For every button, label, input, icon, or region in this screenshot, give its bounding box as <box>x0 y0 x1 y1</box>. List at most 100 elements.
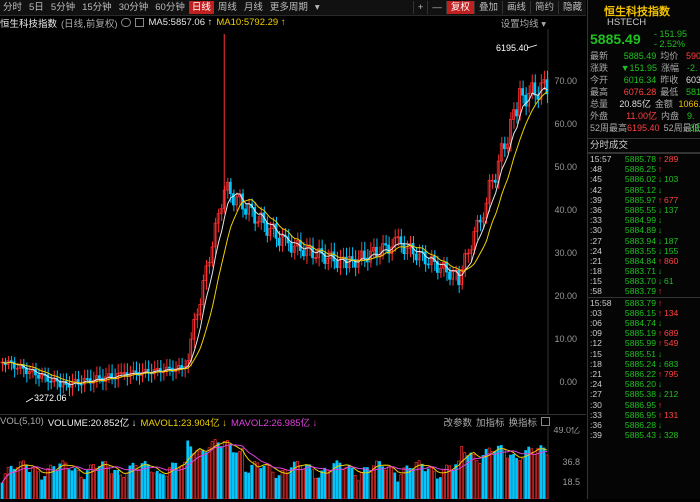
info-circle-icon[interactable] <box>121 18 132 27</box>
tick-row[interactable]: :18 5885.24 ↓ 683 <box>588 359 700 369</box>
period-tab-7[interactable]: 周线 <box>215 1 240 14</box>
stat-l: 涨跌 <box>590 63 609 73</box>
tick-row[interactable]: :33 5884.99 ↓ <box>588 215 700 225</box>
tick-row[interactable]: :18 5883.71 ↓ <box>588 266 700 276</box>
tick-row[interactable]: 15:57 5885.78 ↑ 289 <box>588 153 700 164</box>
vol-tick-label: 49.0亿 <box>553 427 580 435</box>
candle-body <box>168 366 171 369</box>
current-price: 5885.49 <box>590 31 641 47</box>
tick-row[interactable]: :09 5885.19 ↑ 689 <box>588 328 700 338</box>
volume-bar <box>499 445 503 500</box>
period-tab-5[interactable]: 60分钟 <box>152 1 188 14</box>
tick-row[interactable]: :36 5886.28 ↓ <box>588 420 700 430</box>
stat-l: 52周最高 <box>590 123 628 133</box>
tick-row[interactable]: :39 5885.97 ↑ 677 <box>588 195 700 205</box>
tick-row[interactable]: :06 5884.74 ↓ <box>588 318 700 328</box>
tick-t: :24 <box>590 379 602 390</box>
tick-a: ↓ <box>657 389 663 400</box>
volume-bar <box>493 451 497 500</box>
tick-row[interactable]: :45 5886.02 ↓ 103 <box>588 174 700 184</box>
tick-row[interactable]: :48 5886.25 ↑ <box>588 164 700 174</box>
volume-bar <box>414 462 418 500</box>
volume-bar <box>177 467 180 500</box>
volume-bar <box>350 467 354 500</box>
candlestick-chart[interactable]: 70.00 60.00 50.00 40.00 30.00 20.00 10.00 0.00 6… <box>0 29 586 414</box>
volume-bar <box>180 465 184 500</box>
volume-chart[interactable]: 49.0亿 36.8 18.5 <box>0 424 586 500</box>
volume-bar <box>524 450 528 500</box>
tool-button-0[interactable]: + <box>412 1 428 14</box>
tick-row[interactable]: :24 5886.20 ↓ <box>588 379 700 389</box>
volume-bar <box>219 446 223 500</box>
candle-body <box>292 245 296 253</box>
period-tab-6[interactable]: 日线 <box>188 1 214 14</box>
tool-button-1[interactable]: — <box>427 1 446 14</box>
tick-a: ↓ <box>657 204 663 215</box>
tick-a: ↓ <box>657 419 663 430</box>
tick-a: ↑ <box>657 286 663 297</box>
close-icon[interactable] <box>541 417 550 426</box>
candle-body <box>37 374 40 379</box>
period-tab-3[interactable]: 15分钟 <box>79 1 115 14</box>
volume-bar <box>353 475 357 500</box>
tick-p: 5886.22 <box>624 368 656 379</box>
more-periods-arrow[interactable]: ▾ <box>312 1 323 14</box>
tick-row[interactable]: :58 5883.79 ↑ <box>588 286 700 296</box>
tick-row[interactable]: :30 5884.89 ↓ <box>588 225 700 235</box>
volume-bar <box>55 470 59 500</box>
volume-bar <box>283 469 287 500</box>
period-tab-0[interactable]: 分时 <box>0 1 25 14</box>
stat-v: ▼151.95 <box>620 63 657 73</box>
tick-row[interactable]: :30 5886.95 ↑ <box>588 400 700 410</box>
ticks-list[interactable]: 15:57 5885.78 ↑ 289:48 5886.25 ↑:45 5886.02 ↓ 10… <box>588 153 700 440</box>
tick-row[interactable]: :33 5886.95 ↑ 131 <box>588 410 700 420</box>
tool-button-5[interactable]: 简约 <box>529 1 558 14</box>
stat-v2: 581 <box>685 87 700 97</box>
vol-tick-label: 18.5 <box>562 477 580 487</box>
tick-row[interactable]: :24 5883.55 ↓ 155 <box>588 246 700 256</box>
tick-q <box>664 318 700 328</box>
tool-button-6[interactable]: 隐藏 <box>557 1 586 14</box>
tool-button-3[interactable]: 叠加 <box>473 1 502 14</box>
tick-row[interactable]: :15 5885.51 ↓ <box>588 349 700 359</box>
window-icon[interactable] <box>135 18 145 27</box>
tick-t: :09 <box>590 328 602 339</box>
tick-row[interactable]: :21 5886.22 ↑ 795 <box>588 369 700 379</box>
candle-body <box>244 208 247 215</box>
tick-p: 5884.99 <box>624 215 656 226</box>
tick-row[interactable]: :21 5884.84 ↑ 860 <box>588 256 700 266</box>
volume-bar <box>247 472 250 500</box>
tick-row[interactable]: :27 5883.94 ↓ 187 <box>588 236 700 246</box>
tick-row[interactable]: :27 5885.38 ↓ 212 <box>588 389 700 399</box>
volume-bar <box>201 449 205 500</box>
tick-row[interactable]: :15 5883.70 ↓ 61 <box>588 276 700 286</box>
tick-row[interactable]: :03 5886.15 ↑ 134 <box>588 308 700 318</box>
period-tab-2[interactable]: 5分钟 <box>48 1 78 14</box>
tick-row[interactable]: :12 5885.99 ↑ 549 <box>588 338 700 348</box>
candle-body <box>350 256 354 260</box>
stat-v2: 1066. <box>678 99 700 109</box>
tool-button-4[interactable]: 画线 <box>501 1 530 14</box>
tick-a: ↓ <box>657 225 663 236</box>
volume-bar <box>6 467 10 500</box>
tool-button-2[interactable]: 复权 <box>445 1 474 14</box>
candle-body <box>85 378 89 380</box>
candle-body <box>463 253 467 271</box>
stat-row: 外盘 11.00亿 内盘 9. <box>588 110 700 122</box>
tick-row[interactable]: :36 5885.55 ↓ 137 <box>588 205 700 215</box>
volume-bar <box>28 471 31 500</box>
tick-a: ↑ <box>657 399 663 410</box>
period-tab-1[interactable]: 5日 <box>26 1 47 14</box>
tick-row[interactable]: 15:58 5883.79 ↑ <box>588 296 700 308</box>
tick-row[interactable]: :42 5885.12 ↓ <box>588 185 700 195</box>
tick-row[interactable]: :39 5885.43 ↓ 328 <box>588 430 700 440</box>
stat-l: 最高 <box>590 87 609 97</box>
period-tab-9[interactable]: 更多周期 <box>267 1 311 14</box>
period-tab-8[interactable]: 月线 <box>241 1 266 14</box>
tick-a: ↑ <box>657 164 663 175</box>
ma-settings-button[interactable]: 设置均线 ▾ <box>501 16 546 30</box>
stat-v2: 323 <box>689 123 700 133</box>
tick-p: 5885.43 <box>624 430 656 441</box>
tick-t: :39 <box>590 430 602 441</box>
period-tab-4[interactable]: 30分钟 <box>116 1 152 14</box>
